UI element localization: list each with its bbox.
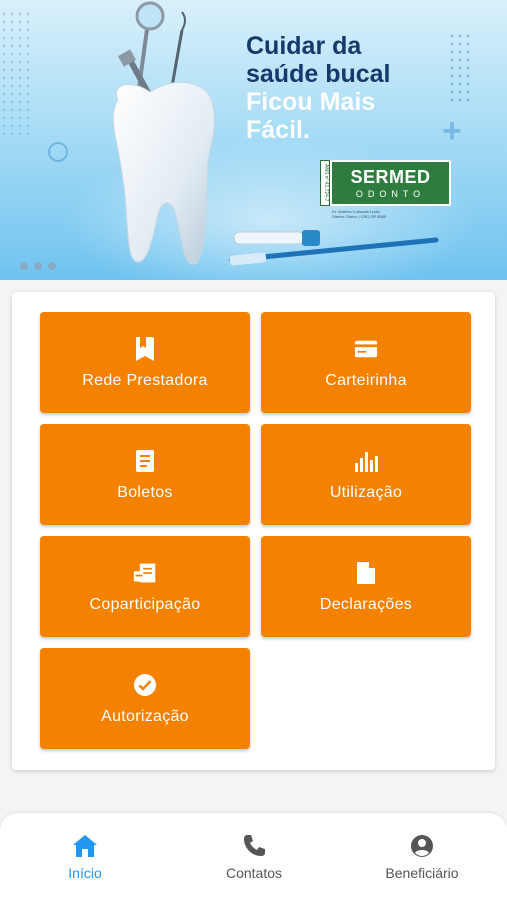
banner-headline: Cuidar da saúde bucal Ficou Mais Fácil. — [246, 32, 391, 144]
menu-tile-label: Boletos — [117, 483, 173, 501]
bottom-navigation: Início Contatos Beneficiário — [0, 813, 507, 900]
pager-dot[interactable] — [48, 262, 56, 270]
bar-chart-icon — [354, 448, 378, 474]
logo-name: SERMED — [350, 166, 431, 187]
logo-subtitle: ODONTO — [355, 188, 426, 199]
promo-banner[interactable]: + Cuidar da saúde bucal Ficou Mais Fácil — [0, 0, 507, 280]
menu-tile-coparticipacao[interactable]: Coparticipação — [40, 536, 250, 637]
dots-decoration-left — [0, 10, 30, 140]
menu-tile-boletos[interactable]: Boletos — [40, 424, 250, 525]
receipt-icon — [133, 560, 157, 586]
pager-dot[interactable] — [34, 262, 42, 270]
toothbrush-illustration — [229, 230, 439, 266]
check-circle-icon — [133, 672, 157, 698]
nav-item-inicio[interactable]: Início — [25, 833, 145, 881]
menu-tile-label: Utilização — [329, 483, 403, 501]
menu-tile-carteirinha[interactable]: Carteirinha — [261, 312, 471, 413]
menu-tile-label: Coparticipação — [89, 595, 201, 613]
card-icon — [354, 336, 378, 362]
headline-line-2: saúde bucal — [246, 60, 391, 88]
account-circle-icon — [410, 833, 434, 859]
plus-decoration: + — [442, 112, 462, 150]
carousel-pager[interactable] — [20, 262, 56, 270]
menu-tile-autorizacao[interactable]: Autorização — [40, 648, 250, 749]
menu-card: Rede Prestadora Carteirinha Boletos Util… — [12, 292, 495, 770]
menu-tile-utilizacao[interactable]: Utilização — [261, 424, 471, 525]
pager-dot[interactable] — [20, 262, 28, 270]
logo-caption-line-2: Diretor Clínico | CRO-SP 8585 — [332, 214, 387, 219]
sermed-odonto-logo: ANS nº 41.724-7 SERMED ODONTO — [320, 160, 451, 206]
menu-tile-label: Carteirinha — [325, 371, 407, 389]
menu-tile-rede-prestadora[interactable]: Rede Prestadora — [40, 312, 250, 413]
file-icon — [354, 560, 378, 586]
dots-decoration-right — [448, 32, 472, 102]
headline-line-1: Cuidar da — [246, 32, 362, 60]
nav-item-beneficiario[interactable]: Beneficiário — [362, 833, 482, 881]
menu-tile-label: Rede Prestadora — [82, 371, 208, 389]
nav-label: Beneficiário — [385, 865, 459, 881]
circle-decoration — [48, 142, 68, 162]
document-icon — [133, 448, 157, 474]
headline-line-4: Fácil. — [246, 116, 310, 144]
menu-tile-label: Autorização — [101, 707, 189, 725]
nav-label: Início — [68, 865, 102, 881]
nav-item-contatos[interactable]: Contatos — [194, 833, 314, 881]
ans-registration: ANS nº 41.724-7 — [320, 160, 330, 206]
logo-caption: Dr. Antônio Colturato Lucia Diretor Clín… — [332, 209, 386, 219]
tooth-with-dental-tools-illustration — [112, 1, 215, 265]
menu-tile-declaracoes[interactable]: Declarações — [261, 536, 471, 637]
menu-tile-label: Declarações — [319, 595, 413, 613]
headline-line-3: Ficou Mais — [246, 88, 376, 116]
phone-icon — [242, 833, 266, 859]
home-icon — [72, 833, 98, 859]
nav-label: Contatos — [225, 865, 283, 881]
bookmark-book-icon — [133, 336, 157, 362]
